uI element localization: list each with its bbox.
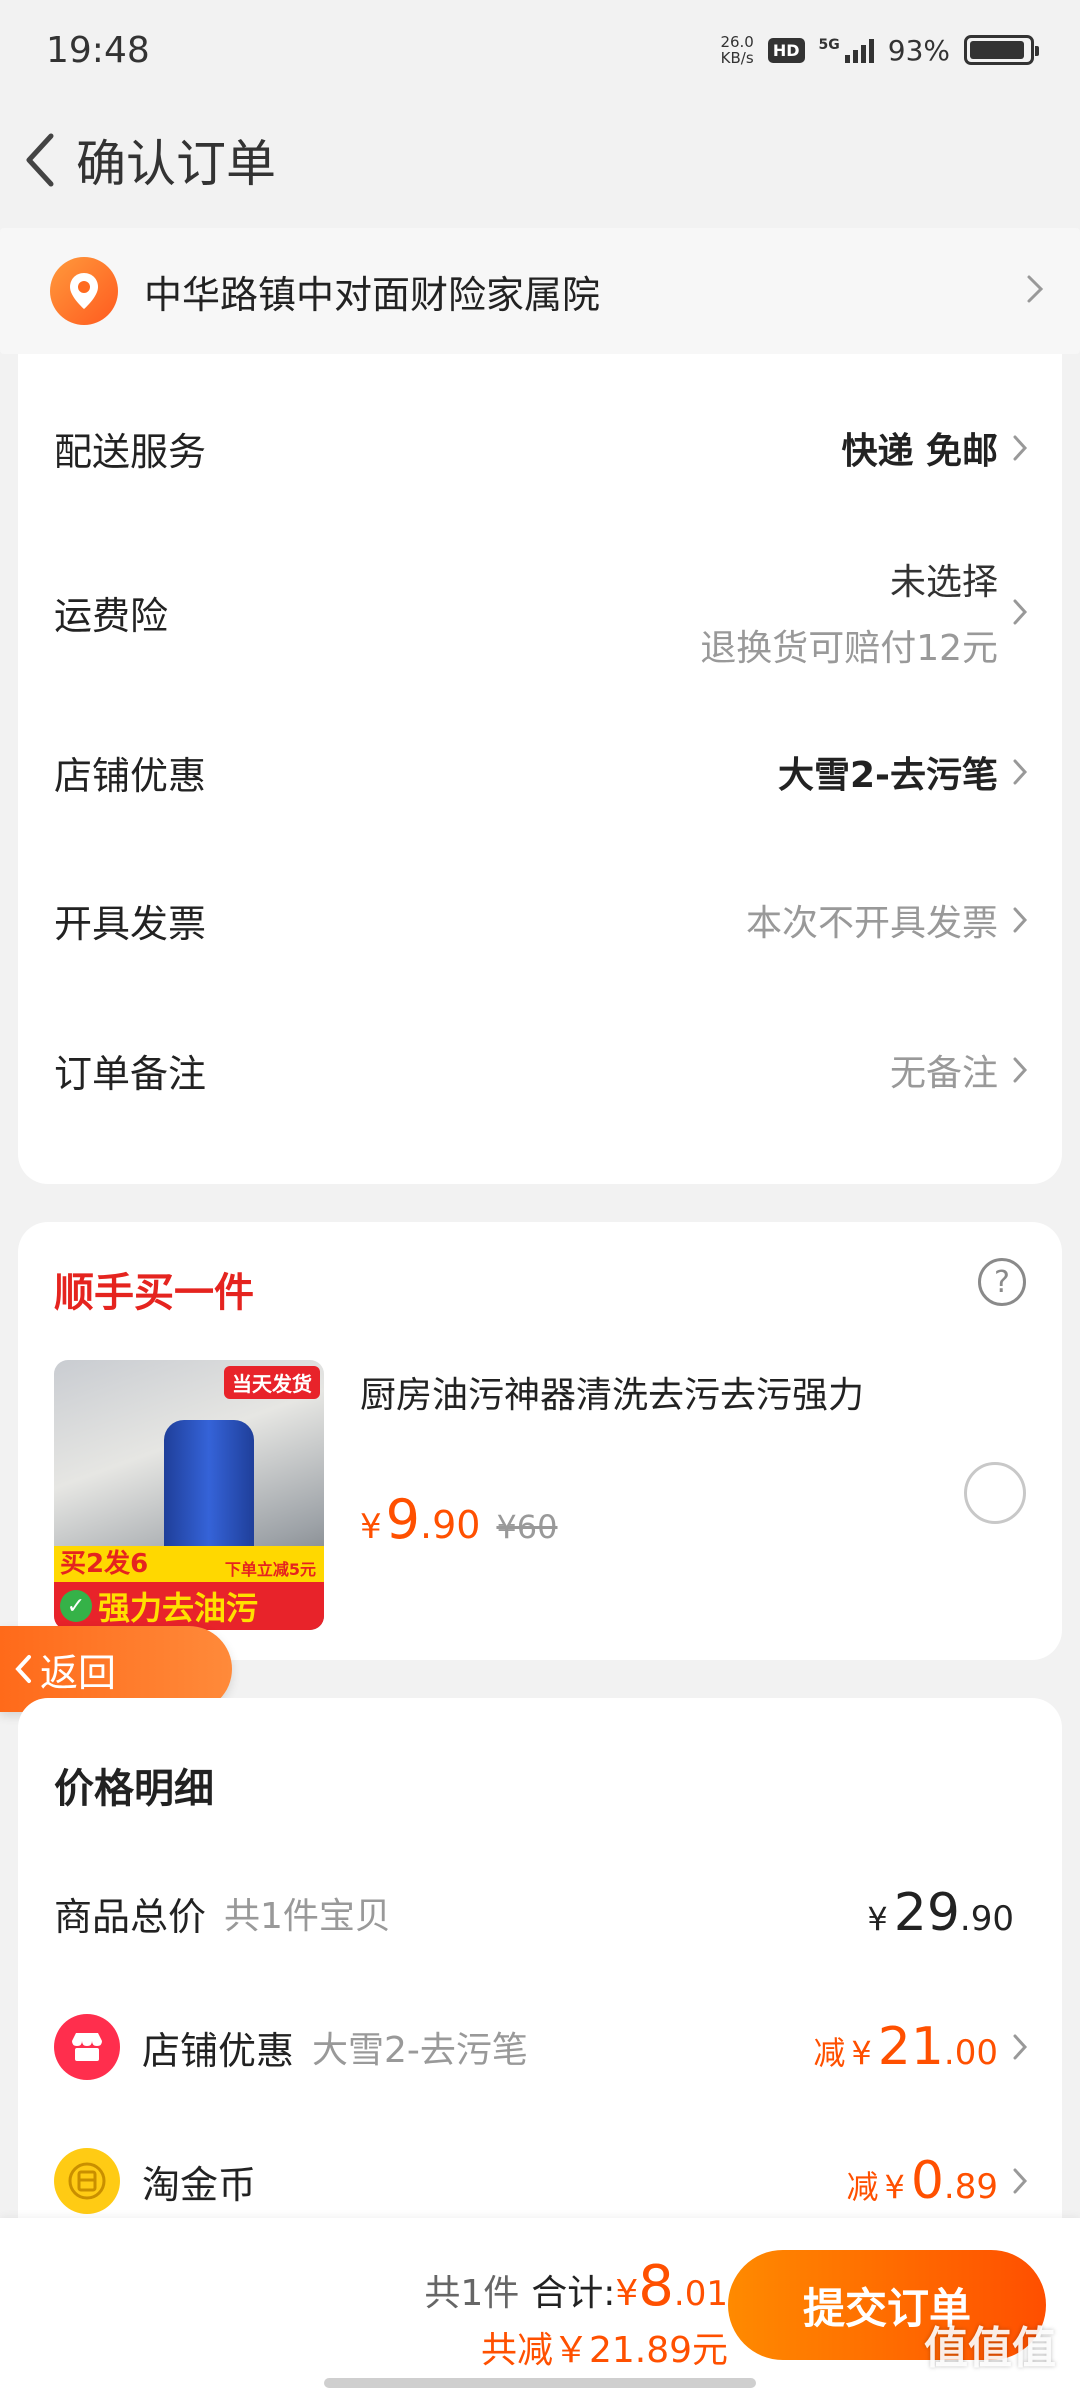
address-row[interactable]: 中华路镇中对面财险家属院 xyxy=(0,228,1080,354)
chevron-right-icon xyxy=(1013,1057,1028,1083)
battery-icon xyxy=(964,35,1039,65)
total-amount: ¥ 8 .01 xyxy=(615,2254,728,2319)
nav-bar: 确认订单 xyxy=(0,100,1080,220)
chevron-right-icon xyxy=(1013,759,1028,785)
product-price: ¥ 9 .90 ¥60 xyxy=(360,1488,558,1551)
shop-discount-label: 店铺优惠 xyxy=(54,753,207,798)
invoice-value: 本次不开具发票 xyxy=(745,903,998,944)
home-indicator[interactable] xyxy=(324,2378,756,2388)
order-note-label: 订单备注 xyxy=(54,1051,207,1096)
page-title: 确认订单 xyxy=(76,135,276,193)
order-note-value: 无备注 xyxy=(889,1053,998,1094)
help-icon[interactable]: ? xyxy=(978,1258,1026,1306)
back-arrow-icon[interactable] xyxy=(10,130,70,190)
shop-discount-detail-row[interactable]: 店铺优惠 大雪2-去污笔 减 ¥ 21 .00 xyxy=(54,2002,1028,2092)
watermark-logo: 值值值 xyxy=(924,2323,1056,2374)
product-name[interactable]: 厨房油污神器清洗去污去污强力 xyxy=(360,1366,864,1418)
total-saved: 共减￥21.89元 xyxy=(480,2330,728,2371)
shop-discount-detail-sub: 大雪2-去污笔 xyxy=(312,2030,528,2071)
shop-discount-detail-label: 店铺优惠 xyxy=(142,2028,295,2073)
chevron-right-icon xyxy=(1013,599,1028,625)
checkout-bar: 共1件 合计: ¥ 8 .01 共减￥21.89元 提交订单 值值值 xyxy=(0,2218,1080,2400)
shipping-insurance-row[interactable]: 运费险 未选择 退换货可赔付12元 xyxy=(54,550,1028,674)
addon-title: 顺手买一件 xyxy=(54,1270,254,1316)
goods-total-row: 商品总价 共1件宝贝 ¥ 29 .90 xyxy=(54,1868,1028,1958)
goods-total-label: 商品总价 xyxy=(54,1894,207,1939)
invoice-row[interactable]: 开具发票 本次不开具发票 xyxy=(54,880,1028,960)
delivery-row[interactable]: 配送服务 快递 免邮 xyxy=(54,408,1028,488)
addon-select-radio[interactable] xyxy=(964,1462,1026,1524)
battery-percent: 93% xyxy=(887,33,950,67)
chevron-left-icon xyxy=(15,1655,31,1683)
network-speed: 26.0 KB/s xyxy=(720,33,754,67)
original-price: ¥60 xyxy=(496,1508,558,1546)
chevron-right-icon xyxy=(1013,2034,1028,2060)
shop-icon xyxy=(54,2014,120,2080)
price-detail-card: 价格明细 商品总价 共1件宝贝 ¥ 29 .90 店铺优惠 大雪2-去污笔 减 … xyxy=(18,1698,1062,2218)
goods-total-amount: ¥ 29 .90 xyxy=(867,1883,1014,1943)
chevron-right-icon xyxy=(1013,435,1028,461)
slogan-text: 强力去油污 xyxy=(98,1589,259,1627)
order-options-card: 配送服务 快递 免邮 运费险 未选择 退换货可赔付12元 店铺优惠 大雪2-去污… xyxy=(18,354,1062,1184)
price-detail-title: 价格明细 xyxy=(54,1766,214,1812)
product-image[interactable]: 当天发货 买2发6 下单立减5元 ✓ 强力去油污 xyxy=(54,1360,324,1630)
delivery-value: 快递 免邮 xyxy=(841,431,998,472)
shop-discount-value: 大雪2-去污笔 xyxy=(778,755,998,796)
promo-text: 买2发6 xyxy=(60,1549,149,1579)
coins-row[interactable]: 淘金币 减 ¥ 0 .89 xyxy=(54,2136,1028,2226)
order-note-row[interactable]: 订单备注 无备注 xyxy=(54,1030,1028,1110)
signal-icon: 5G xyxy=(819,37,874,63)
chevron-right-icon xyxy=(1013,907,1028,933)
shipping-insurance-value: 未选择 xyxy=(889,562,998,603)
shop-discount-amount: 减 ¥ 21 .00 xyxy=(813,2017,998,2077)
order-summary: 共1件 合计: ¥ 8 .01 共减￥21.89元 xyxy=(424,2254,728,2373)
hd-icon: HD xyxy=(767,37,805,63)
status-time: 19:48 xyxy=(46,29,150,71)
delivery-label: 配送服务 xyxy=(54,429,207,474)
total-label: 合计: xyxy=(531,2273,616,2314)
location-pin-icon xyxy=(50,257,118,325)
coins-amount: 减 ¥ 0 .89 xyxy=(846,2151,998,2211)
status-bar: 19:48 26.0 KB/s HD 5G 93% xyxy=(0,0,1080,100)
coins-label: 淘金币 xyxy=(142,2162,257,2207)
shop-discount-row[interactable]: 店铺优惠 大雪2-去污笔 xyxy=(54,732,1028,812)
promo-sub-text: 下单立减5元 xyxy=(224,1560,316,1579)
item-count: 共1件 xyxy=(424,2273,520,2314)
shipping-insurance-sub: 退换货可赔付12元 xyxy=(700,628,998,669)
goods-count: 共1件宝贝 xyxy=(224,1896,391,1937)
chevron-right-icon xyxy=(1013,2168,1028,2194)
back-button-label: 返回 xyxy=(40,1650,117,1695)
status-icons: 26.0 KB/s HD 5G 93% xyxy=(720,33,1039,67)
invoice-label: 开具发票 xyxy=(54,901,207,946)
address-text: 中华路镇中对面财险家属院 xyxy=(144,272,601,317)
same-day-tag: 当天发货 xyxy=(224,1366,320,1399)
chevron-right-icon xyxy=(1026,274,1044,308)
check-icon: ✓ xyxy=(60,1590,92,1622)
addon-card: 顺手买一件 ? 当天发货 买2发6 下单立减5元 ✓ 强力去油污 厨房油污神器清… xyxy=(18,1222,1062,1660)
shipping-insurance-label: 运费险 xyxy=(54,593,169,638)
taojinbi-coin-icon xyxy=(54,2148,120,2214)
